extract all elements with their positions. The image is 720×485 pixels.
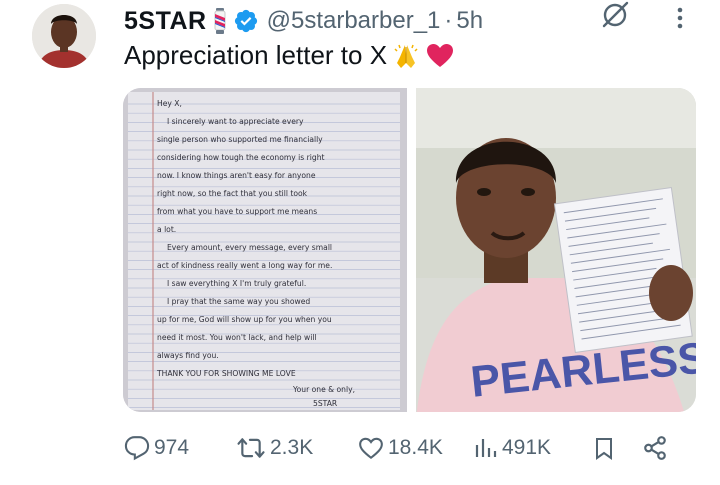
- timestamp[interactable]: 5h: [456, 7, 483, 35]
- letter-line: need it most. You won't lack, and help w…: [157, 333, 317, 342]
- media-gallery[interactable]: Hey X, I sincerely want to appreciate eve…: [123, 88, 696, 412]
- letter-line: considering how tough the economy is rig…: [157, 153, 325, 162]
- reply-icon: [124, 436, 150, 461]
- like-button[interactable]: 18.4K: [358, 435, 474, 461]
- mute-icon[interactable]: [600, 0, 630, 30]
- display-name[interactable]: 5STAR: [124, 7, 207, 36]
- letter-line: right now, so the fact that you still to…: [157, 189, 308, 198]
- reply-button[interactable]: 974: [124, 435, 236, 461]
- handwritten-letter-image: Hey X, I sincerely want to appreciate eve…: [123, 88, 407, 412]
- letter-line: THANK YOU FOR SHOWING ME LOVE: [156, 369, 296, 378]
- selfie-photo[interactable]: PEARLESS: [416, 88, 696, 412]
- letter-line: Hey X,: [157, 99, 182, 108]
- post-text: Appreciation letter to X: [124, 40, 455, 71]
- views-button[interactable]: 491K: [474, 435, 592, 461]
- separator-dot: ·: [444, 7, 453, 34]
- view-count: 491K: [502, 436, 552, 459]
- folded-hands-icon: [391, 41, 421, 71]
- share-icon: [644, 436, 666, 460]
- post-header: 5STAR @5starbarber_1 · 5h: [124, 4, 720, 38]
- letter-line: I pray that the same way you showed: [167, 297, 310, 306]
- bookmark-button[interactable]: [592, 435, 642, 461]
- red-heart-icon: [425, 41, 455, 71]
- repost-count: 2.3K: [270, 436, 314, 459]
- letter-line: now. I know things aren't easy for anyon…: [157, 171, 316, 180]
- letter-line: Your one & only,: [292, 385, 355, 394]
- heart-icon: [359, 437, 383, 460]
- action-bar: 974 2.3K 18.4K 491K: [124, 428, 690, 468]
- letter-line: 5STAR: [313, 399, 338, 408]
- letter-line: always find you.: [157, 351, 219, 360]
- letter-line: up for me, God will show up for you when…: [157, 315, 332, 324]
- verified-badge-icon[interactable]: [233, 8, 259, 34]
- letter-line: act of kindness really went a long way f…: [157, 261, 332, 270]
- letter-line: from what you have to support me means: [157, 207, 317, 216]
- like-count: 18.4K: [388, 436, 443, 459]
- repost-button[interactable]: 2.3K: [236, 435, 358, 461]
- selfie-with-letter-image: PEARLESS: [416, 88, 696, 412]
- letter-line: Every amount, every message, every small: [167, 243, 332, 252]
- letter-line: I saw everything X I'm truly grateful.: [167, 279, 306, 288]
- views-icon: [475, 439, 497, 457]
- share-button[interactable]: [642, 435, 668, 461]
- bookmark-icon: [596, 438, 612, 460]
- post-text-content: Appreciation letter to X: [124, 40, 388, 70]
- letter-line: a lot.: [157, 225, 176, 234]
- handle[interactable]: @5starbarber_1: [267, 7, 441, 35]
- barber-pole-icon: [213, 8, 227, 34]
- more-options-icon[interactable]: [668, 4, 692, 32]
- repost-icon: [237, 438, 265, 458]
- avatar-photo: [32, 4, 96, 68]
- avatar[interactable]: [32, 4, 96, 68]
- letter-line: single person who supported me financial…: [157, 135, 323, 144]
- reply-count: 974: [154, 436, 190, 459]
- letter-line: I sincerely want to appreciate every: [167, 117, 304, 126]
- letter-photo[interactable]: Hey X, I sincerely want to appreciate eve…: [123, 88, 407, 412]
